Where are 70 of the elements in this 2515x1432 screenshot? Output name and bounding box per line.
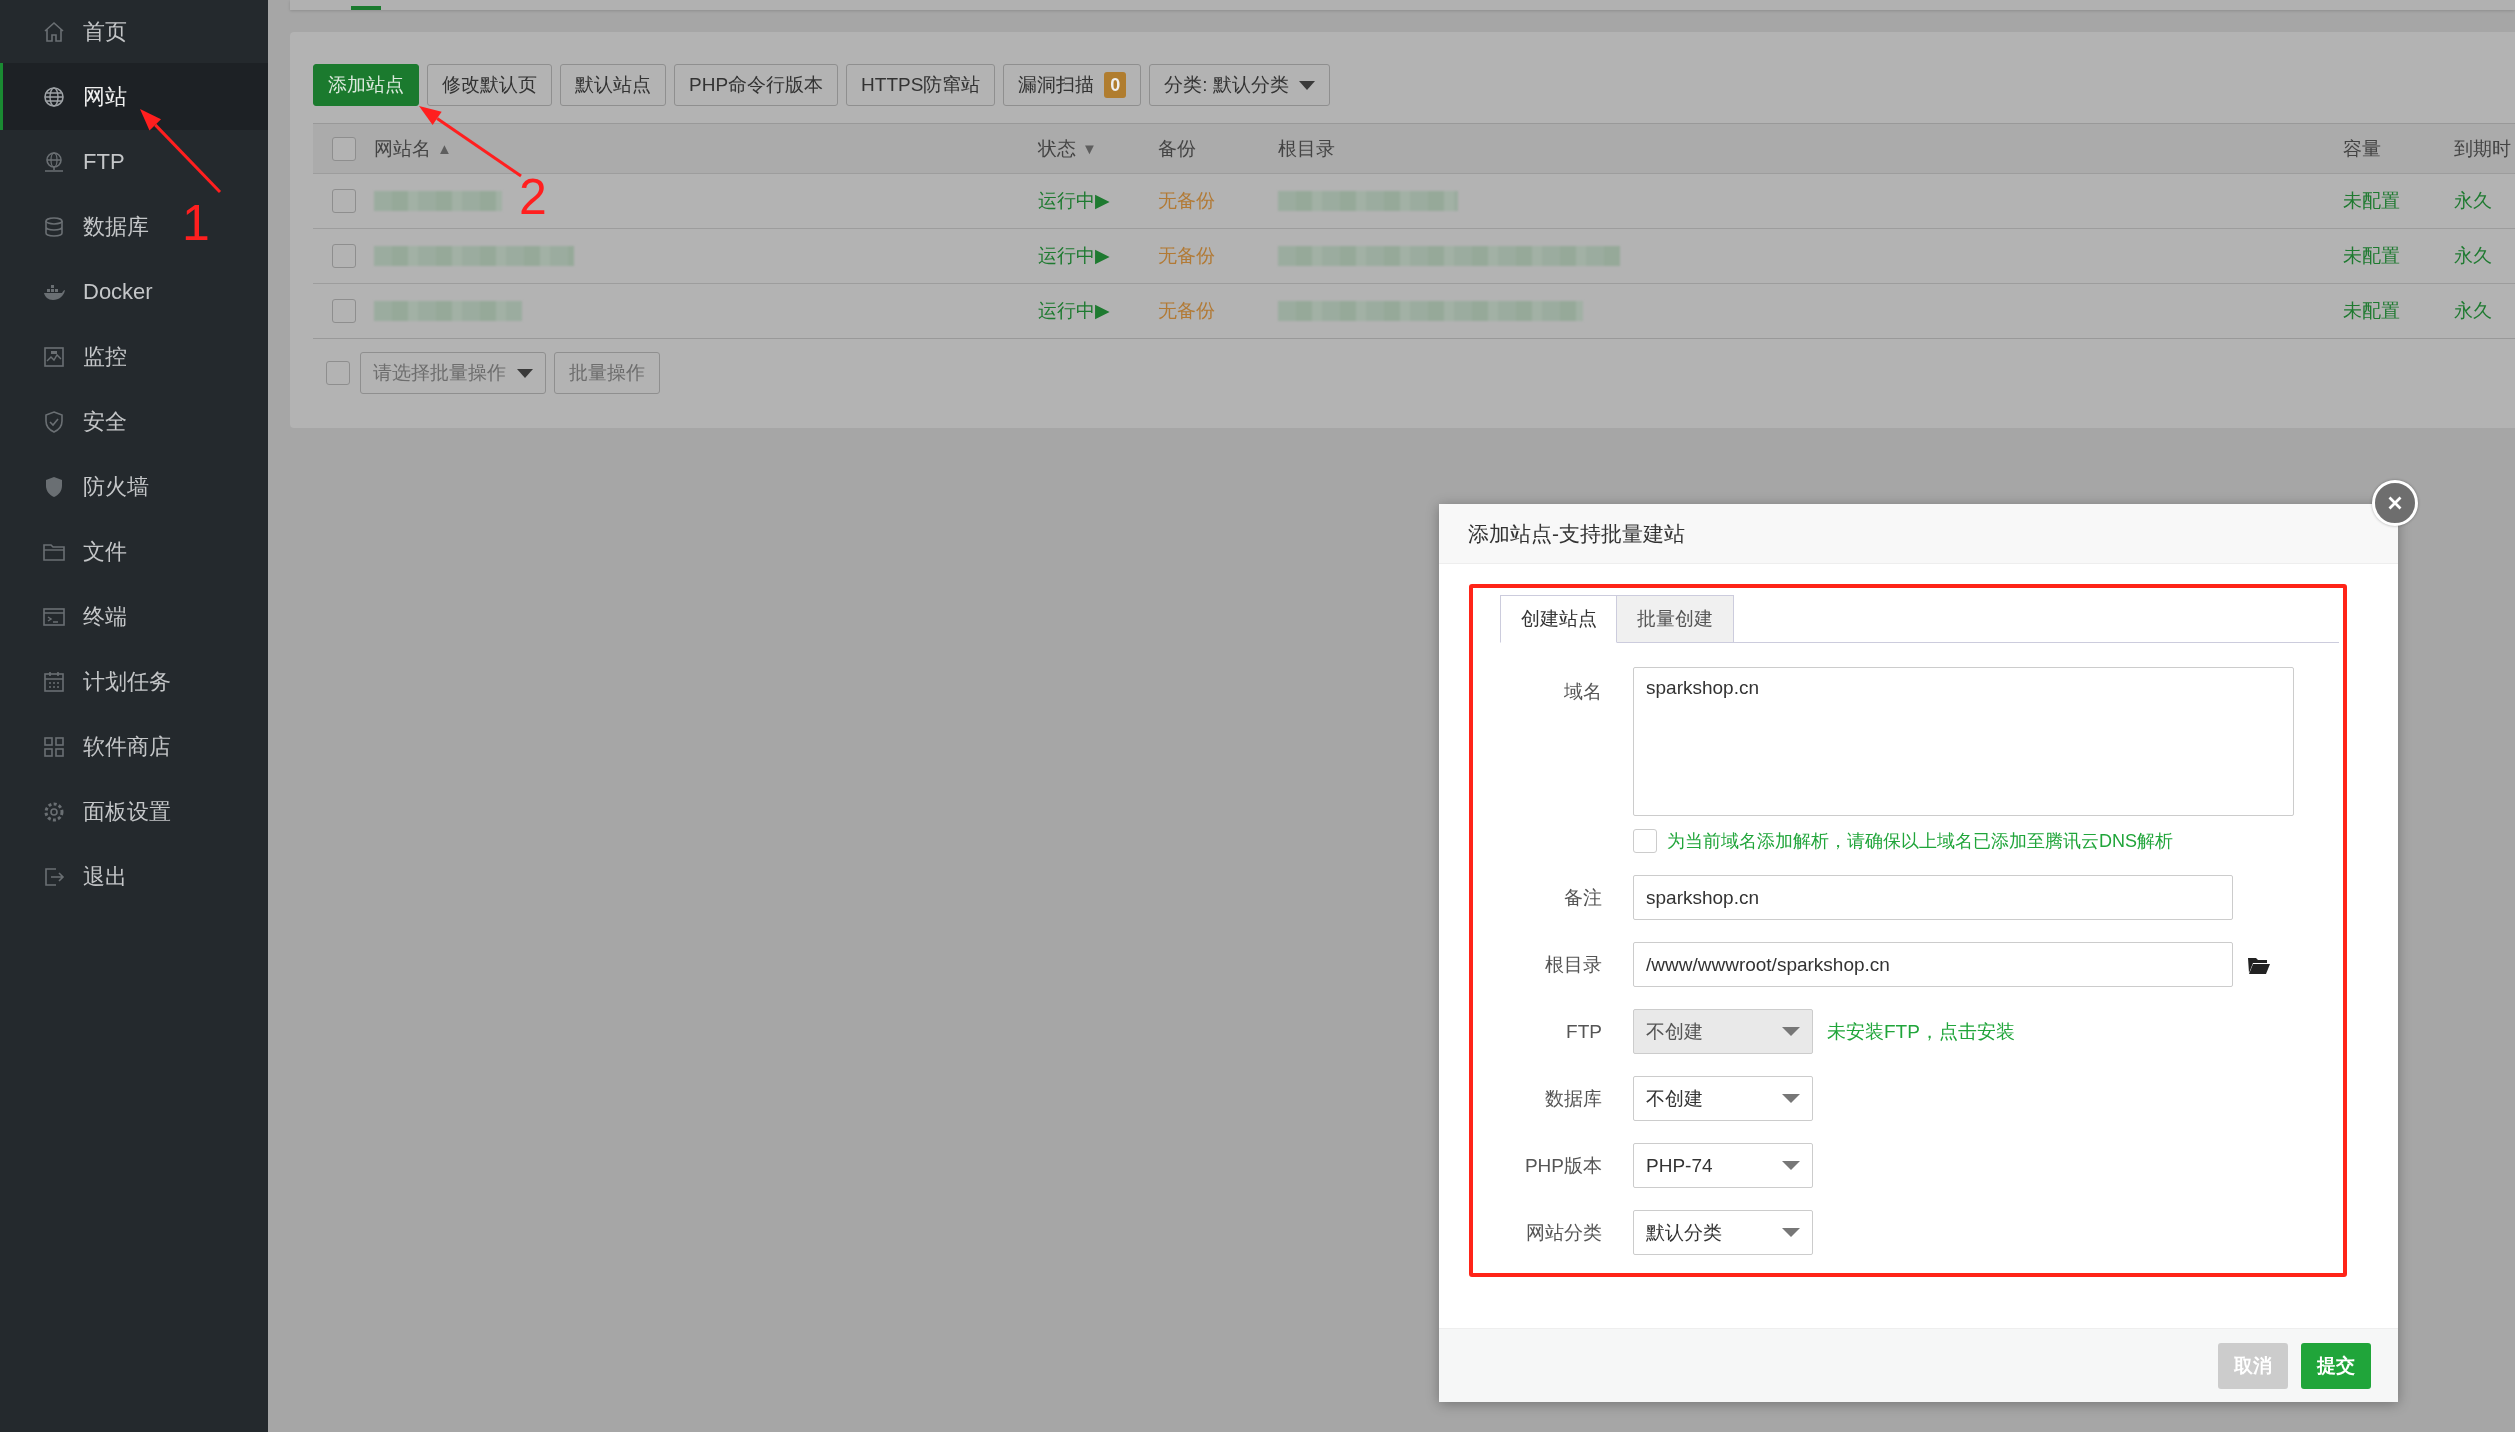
database-icon [42, 214, 66, 239]
caret-icon [1782, 1027, 1800, 1036]
tab[interactable]: 创建站点 [1500, 595, 1617, 643]
field-label: 域名 [1563, 680, 1602, 704]
path-field[interactable]: /www/wwwroot/sparkshop.cn [1633, 942, 2233, 987]
checkbox[interactable] [1633, 829, 1657, 853]
category-dropdown[interactable]: 分类: 默认分类 [1149, 64, 1330, 106]
checkbox[interactable] [331, 244, 356, 268]
sidebar-item[interactable]: 安全 [42, 406, 127, 437]
toolbar-button[interactable]: 漏洞扫描 0 [1003, 64, 1142, 106]
sidebar-item[interactable]: 首页 [42, 16, 127, 47]
sidebar-item[interactable]: 终端 [42, 601, 127, 632]
checkbox[interactable] [331, 299, 356, 323]
toolbar-button[interactable]: 默认站点 [560, 64, 666, 106]
home-icon [42, 19, 66, 44]
toolbar-button[interactable]: PHP命令行版本 [674, 64, 839, 106]
shield-icon [42, 409, 66, 434]
sidebar-item[interactable]: Docker [42, 278, 153, 305]
field-label: FTP [1565, 1020, 1602, 1043]
column-header[interactable]: 网站名 [374, 135, 431, 162]
grid-icon [42, 734, 66, 759]
sidebar-item[interactable]: 软件商店 [42, 731, 171, 762]
sidebar-item[interactable]: 面板设置 [42, 796, 171, 827]
input-field[interactable]: sparkshop.cn [1633, 875, 2233, 920]
column-header[interactable]: 容量 [2343, 135, 2381, 162]
column-header[interactable]: 根目录 [1278, 135, 1335, 162]
monitor-icon [42, 344, 66, 369]
sidebar-item[interactable]: 退出 [42, 861, 127, 892]
column-header[interactable]: 备份 [1158, 135, 1196, 162]
sidebar-item[interactable]: 数据库 [42, 211, 149, 242]
caret-icon [1782, 1161, 1800, 1170]
select-field[interactable]: 默认分类 [1633, 1210, 1813, 1255]
count-badge: 0 [1104, 72, 1127, 98]
checkbox[interactable] [326, 361, 350, 385]
select-field[interactable]: 不创建 [1633, 1076, 1813, 1121]
checkbox[interactable] [331, 189, 356, 213]
column-header[interactable]: 状态 [1038, 135, 1076, 162]
toolbar-button[interactable]: HTTPS防窜站 [846, 64, 996, 106]
field-label: 网站分类 [1525, 1220, 1602, 1245]
tab-indicator [351, 6, 381, 10]
checkbox-label: 为当前域名添加解析，请确保以上域名已添加至腾讯云DNS解析 [1667, 830, 2173, 853]
domain-field[interactable]: sparkshop.cn [1633, 667, 2294, 816]
checkbox[interactable] [331, 136, 356, 161]
sidebar-item[interactable]: 网站 [42, 81, 127, 112]
field-label: PHP版本 [1523, 1153, 1602, 1178]
annotation-number: 2 [519, 172, 547, 222]
close-button[interactable] [2372, 480, 2418, 526]
column-header[interactable]: 到期时 [2454, 135, 2511, 162]
add-site-button[interactable]: 添加站点 [313, 64, 419, 106]
sidebar-item[interactable]: 防火墙 [42, 471, 149, 502]
sidebar-item[interactable]: 计划任务 [42, 666, 171, 697]
sidebar-item[interactable]: 文件 [42, 536, 127, 567]
globe-icon [42, 84, 66, 109]
field-label: 数据库 [1544, 1086, 1602, 1111]
sidebar-item[interactable]: 监控 [42, 341, 127, 372]
tab[interactable]: 批量创建 [1617, 595, 1734, 643]
caret-icon [517, 368, 533, 378]
caret-icon [1782, 1228, 1800, 1237]
annotation-number: 1 [182, 198, 210, 248]
submit-button[interactable]: 提交 [2301, 1342, 2371, 1389]
calendar-icon [42, 669, 66, 694]
select-field[interactable]: PHP-74 [1633, 1143, 1813, 1188]
sidebar-item[interactable]: FTP [42, 148, 125, 175]
field-label: 根目录 [1544, 952, 1602, 977]
globe-icon [42, 149, 66, 174]
field-label: 备注 [1563, 885, 1602, 910]
caret-icon [1298, 80, 1315, 90]
toolbar-button[interactable]: 修改默认页 [427, 64, 552, 106]
caret-icon [1782, 1094, 1800, 1103]
dialog-title: 添加站点-支持批量建站 [1439, 504, 2398, 564]
